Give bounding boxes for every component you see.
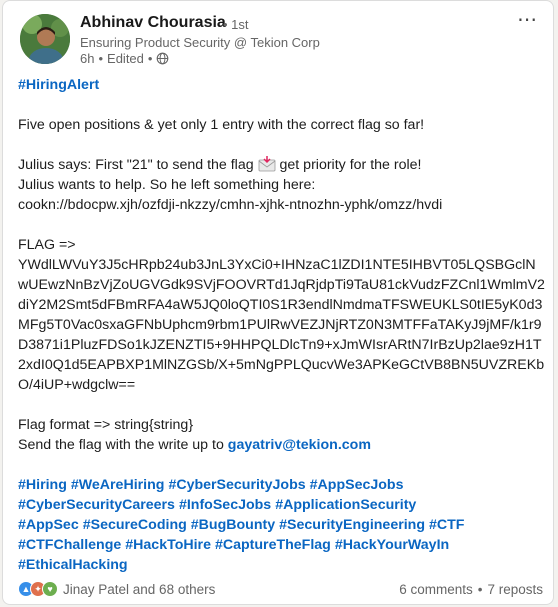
- flag-line: diY2M2Smt5dFBmRFA4aW5JQ0loQTI0S1R3endlNm…: [18, 297, 543, 313]
- hashtag-link[interactable]: #CaptureTheFlag: [215, 537, 331, 553]
- hashtag-link[interactable]: #InfoSecJobs: [179, 497, 271, 513]
- post-card: Abhinav Chourasia • 1st Ensuring Product…: [2, 0, 554, 605]
- hashtag-link[interactable]: #AppSec: [18, 517, 79, 533]
- post-text-line: Julius wants to help. So he left somethi…: [18, 177, 316, 193]
- flag-line: wUEwzNnBzVjZoUGVGdk9SVjFOOVRTd1JqRjdpTi9…: [18, 277, 545, 293]
- author-avatar[interactable]: [20, 14, 70, 64]
- hashtag-link[interactable]: #BugBounty: [191, 517, 275, 533]
- post-text-part: get priority for the role!: [279, 157, 422, 173]
- hashtag-link[interactable]: #HackYourWayIn: [335, 537, 449, 553]
- post-body: #HiringAlert Five open positions & yet o…: [18, 75, 546, 575]
- hashtag-row: #AppSec #SecureCoding #BugBounty #SecurityE…: [18, 515, 546, 535]
- cipher-text: cookn://bdocpw.xjh/ozfdji-nkzzy/cmhn-xjh…: [18, 197, 443, 213]
- hashtag-link[interactable]: #CTFChallenge: [18, 537, 121, 553]
- hashtag-link[interactable]: #Hiring: [18, 477, 67, 493]
- post-text-line: Julius says: First "21" to send the flag…: [18, 155, 546, 175]
- post-meta: 6h • Edited •: [80, 51, 169, 66]
- hashtag-link[interactable]: #WeAreHiring: [71, 477, 165, 493]
- hashtag-link[interactable]: #CyberSecurityJobs: [168, 477, 305, 493]
- hashtag-link[interactable]: #SecureCoding: [83, 517, 187, 533]
- author-headline: Ensuring Product Security @ Tekion Corp: [80, 35, 320, 50]
- flag-label: FLAG =>: [18, 237, 76, 253]
- reactors-link[interactable]: Jinay Patel and 68 others: [63, 582, 215, 597]
- hashtag-list: #Hiring #WeAreHiring #CyberSecurityJobs #Ap…: [18, 475, 546, 575]
- meta-separator: •: [147, 51, 153, 66]
- post-text-line: Five open positions & yet only 1 entry w…: [18, 117, 425, 133]
- hashtag-link[interactable]: #AppSecJobs: [310, 477, 404, 493]
- post-text-part: Julius says: First "21" to send the flag: [18, 157, 254, 173]
- post-text-part: Send the flag with the write up to: [18, 437, 224, 453]
- author-name[interactable]: Abhinav Chourasia: [80, 14, 226, 32]
- flag-line: D3871i1PluzFDSo1kJZENZTI5+9HHPQLDlcTn9+x…: [18, 337, 542, 353]
- hashtag-row: #Hiring #WeAreHiring #CyberSecurityJobs #Ap…: [18, 475, 546, 495]
- hashtag-link[interactable]: #HiringAlert: [18, 77, 99, 93]
- hashtag-row: #CTFChallenge #HackToHire #CaptureTheFlag #…: [18, 535, 546, 555]
- hashtag-link[interactable]: #CyberSecurityCareers: [18, 497, 175, 513]
- reaction-icons[interactable]: ▲ ✦ ♥: [18, 581, 58, 597]
- hashtag-link[interactable]: #EthicalHacking: [18, 557, 128, 573]
- hashtag-link[interactable]: #ApplicationSecurity: [275, 497, 416, 513]
- hashtag-link[interactable]: #HackToHire: [125, 537, 211, 553]
- flag-format: Flag format => string{string}: [18, 417, 194, 433]
- envelope-icon: [258, 156, 275, 172]
- meta-separator: •: [98, 51, 104, 66]
- connection-degree: • 1st: [223, 17, 249, 32]
- email-link[interactable]: gayatriv@tekion.com: [228, 437, 371, 453]
- flag-block: YWdlLWVuY3J5cHRpb24ub3JnL3YxCi0+IHNzaC1l…: [18, 255, 546, 395]
- post-time: 6h: [80, 51, 95, 66]
- flag-line: O/4iUP+wdgclw==: [18, 377, 136, 393]
- social-counts: ▲ ✦ ♥ Jinay Patel and 68 others 6 commen…: [18, 581, 543, 597]
- hashtag-row: #EthicalHacking: [18, 555, 546, 575]
- hashtag-link[interactable]: #CTF: [429, 517, 464, 533]
- comments-count[interactable]: 6 comments: [399, 582, 473, 597]
- hashtag-row: #CyberSecurityCareers #InfoSecJobs #Applic…: [18, 495, 546, 515]
- footer-separator: •: [477, 581, 483, 597]
- more-options-icon[interactable]: ⋯: [517, 7, 538, 32]
- globe-icon: [157, 52, 169, 65]
- flag-line: 2xdI0Q1d5EAPBXP1MlNZGSb/X+5mNgPPLQucvWe3…: [18, 357, 545, 373]
- reposts-count[interactable]: 7 reposts: [487, 582, 543, 597]
- flag-line: YWdlLWVuY3J5cHRpb24ub3JnL3YxCi0+IHNzaC1l…: [18, 257, 536, 273]
- hashtag-link[interactable]: #SecurityEngineering: [279, 517, 425, 533]
- edited-label: Edited: [107, 51, 144, 66]
- support-reaction-icon: ♥: [42, 581, 58, 597]
- flag-line: MFg5T0Vac0sxaGFNbUphcm9rbm1PUlRwVEZJNjRT…: [18, 317, 542, 333]
- post-text-line: Send the flag with the write up to gayat…: [18, 435, 546, 455]
